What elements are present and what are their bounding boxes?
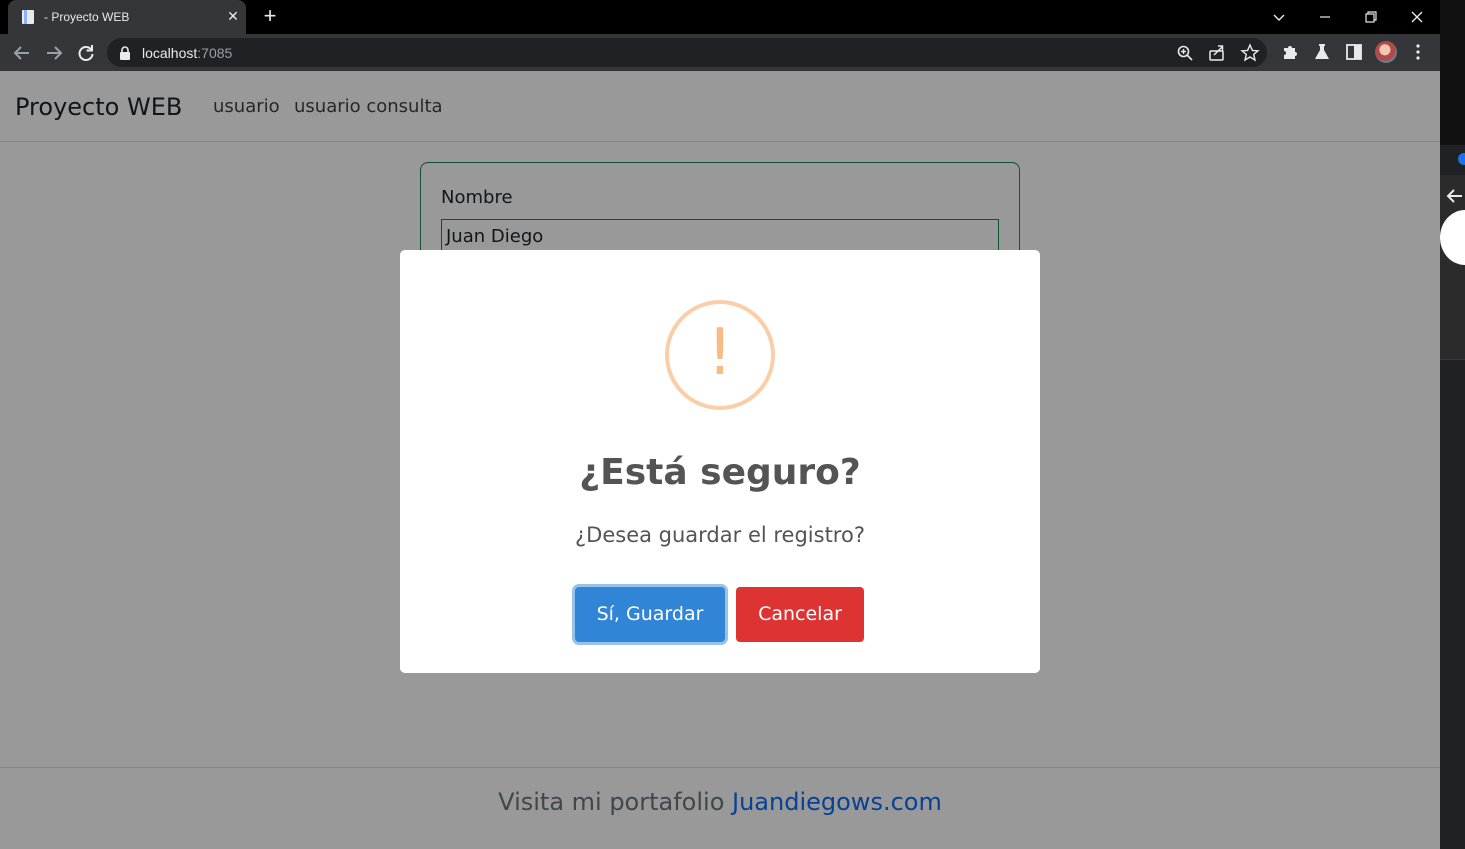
restore-icon[interactable]	[1360, 6, 1382, 28]
lock-icon[interactable]	[119, 46, 131, 60]
flask-icon[interactable]	[1312, 42, 1332, 62]
back-arrow-icon[interactable]	[1442, 186, 1462, 206]
close-window-icon[interactable]	[1406, 6, 1428, 28]
star-icon[interactable]	[1240, 43, 1260, 63]
background-window-header	[1440, 0, 1465, 145]
menu-kebab-icon[interactable]	[1408, 42, 1428, 62]
dialog-title: ¿Está seguro?	[579, 452, 861, 493]
url-bar[interactable]: localhost:7085	[107, 38, 1267, 67]
minimize-icon[interactable]	[1314, 6, 1336, 28]
forward-arrow-icon[interactable]	[43, 42, 65, 64]
close-icon[interactable]: ✕	[224, 7, 242, 25]
tab-bar: - Proyecto WEB ✕ +	[0, 0, 1440, 34]
zoom-icon[interactable]	[1175, 43, 1195, 63]
back-arrow-icon[interactable]	[11, 42, 33, 64]
confirm-dialog: ! ¿Está seguro? ¿Desea guardar el regist…	[400, 250, 1040, 673]
side-panel-icon[interactable]	[1344, 42, 1364, 62]
new-tab-button[interactable]: +	[258, 5, 282, 29]
address-bar: localhost:7085	[0, 34, 1440, 71]
document-icon	[22, 10, 34, 24]
background-window	[1440, 0, 1465, 849]
extensions-icon[interactable]	[1280, 42, 1300, 62]
tab-title: - Proyecto WEB	[44, 10, 130, 24]
tab-proyecto-web[interactable]: - Proyecto WEB ✕	[8, 0, 246, 34]
warning-icon: !	[665, 300, 775, 410]
reload-icon[interactable]	[75, 42, 97, 64]
cancel-button[interactable]: Cancelar	[736, 587, 864, 642]
url-text: localhost:7085	[142, 45, 233, 61]
browser-window: - Proyecto WEB ✕ + localhost:7085 Proyec…	[0, 0, 1440, 849]
confirm-save-button[interactable]: Sí, Guardar	[575, 587, 725, 642]
notification-dot	[1458, 153, 1465, 165]
dialog-message: ¿Desea guardar el registro?	[575, 523, 865, 547]
profile-avatar[interactable]	[1375, 41, 1397, 63]
tab-search-icon[interactable]	[1268, 6, 1290, 28]
share-icon[interactable]	[1207, 43, 1227, 63]
